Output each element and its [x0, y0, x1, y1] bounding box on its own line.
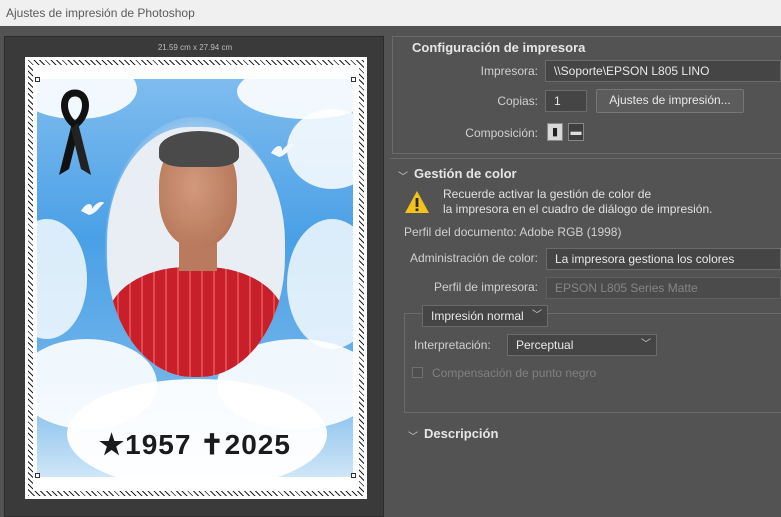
layout-label: Composición: [465, 126, 538, 140]
settings-panel: Configuración de impresora Impresora: \\… [390, 36, 781, 517]
printer-profile-select: EPSON L805 Series Matte [546, 277, 781, 299]
window-title: Ajustes de impresión de Photoshop [0, 0, 781, 26]
chevron-down-icon: ﹀ [641, 339, 651, 350]
copies-label: Copias: [497, 94, 538, 108]
print-preview: 21.59 cm x 27.94 cm ★1957 ✝2025 [4, 36, 384, 517]
memorial-years: ★1957 ✝2025 [99, 429, 291, 460]
copies-input[interactable]: 1 [545, 90, 587, 112]
color-handling-select[interactable]: La impresora gestiona los colores [546, 248, 781, 270]
dove-icon [81, 201, 104, 215]
paper-size-label: 21.59 cm x 27.94 cm [157, 43, 233, 52]
color-handling-label: Administración de color: [409, 251, 538, 265]
mourning-ribbon-icon [59, 89, 91, 175]
chevron-down-icon[interactable]: ﹀ [398, 168, 408, 183]
printer-config-title: Configuración de impresora [412, 40, 586, 55]
resize-handle[interactable] [351, 473, 356, 478]
preview-photo[interactable]: ★1957 ✝2025 [37, 79, 353, 477]
printer-profile-label: Perfil de impresora: [433, 280, 538, 294]
printer-label: Impresora: [480, 64, 538, 78]
resize-handle[interactable] [35, 77, 40, 82]
warning-icon [405, 191, 429, 213]
preview-paper: ★1957 ✝2025 [25, 57, 367, 499]
color-management-title[interactable]: Gestión de color [414, 166, 517, 181]
dove-icon [271, 143, 294, 157]
rendering-label: Interpretación: [414, 338, 491, 352]
color-warning-text: Recuerde activar la gestión de color de … [443, 187, 713, 216]
chevron-down-icon[interactable]: ﹀ [408, 428, 418, 443]
resize-handle[interactable] [351, 77, 356, 82]
resize-handle[interactable] [35, 473, 40, 478]
black-point-checkbox[interactable] [412, 367, 423, 378]
document-profile-text: Perfil del documento: Adobe RGB (1998) [404, 225, 622, 239]
description-title[interactable]: Descripción [424, 426, 498, 441]
rendering-intent-select[interactable]: Perceptual ﹀ [507, 334, 657, 356]
chevron-down-icon: ﹀ [532, 310, 542, 321]
portrait-photo [107, 127, 285, 377]
print-mode-select[interactable]: Impresión normal ﹀ [422, 305, 548, 327]
printer-field[interactable]: \\Soporte\EPSON L805 LINO [545, 60, 781, 82]
print-mode-group [404, 313, 781, 413]
print-settings-button[interactable]: Ajustes de impresión... [596, 89, 744, 113]
landscape-layout-icon[interactable]: ▬ [568, 123, 584, 141]
portrait-layout-icon[interactable]: ▮ [547, 123, 563, 141]
black-point-label: Compensación de punto negro [432, 366, 597, 380]
